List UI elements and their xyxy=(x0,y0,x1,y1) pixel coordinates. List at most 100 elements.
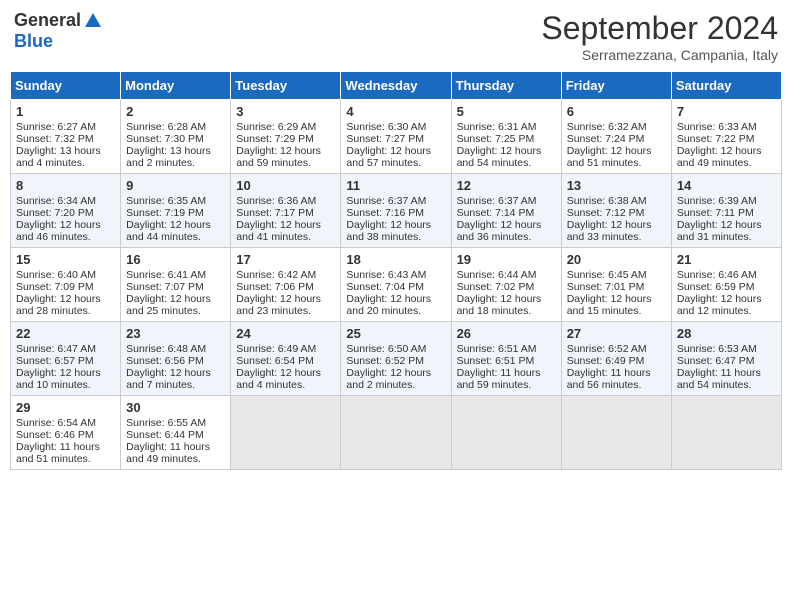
day-info-line: Sunrise: 6:36 AM xyxy=(236,195,335,207)
day-info-line: and 56 minutes. xyxy=(567,379,666,391)
calendar-cell: 20Sunrise: 6:45 AMSunset: 7:01 PMDayligh… xyxy=(561,248,671,322)
day-info-line: Daylight: 12 hours xyxy=(346,367,445,379)
day-info-line: and 31 minutes. xyxy=(677,231,776,243)
weekday-header-wednesday: Wednesday xyxy=(341,72,451,100)
day-info-line: Daylight: 12 hours xyxy=(457,145,556,157)
calendar-cell xyxy=(561,396,671,470)
day-info-line: Daylight: 12 hours xyxy=(236,367,335,379)
day-info-line: Daylight: 12 hours xyxy=(16,219,115,231)
day-info-line: Daylight: 11 hours xyxy=(677,367,776,379)
day-info-line: and 18 minutes. xyxy=(457,305,556,317)
day-info-line: Sunset: 7:17 PM xyxy=(236,207,335,219)
day-info-line: and 4 minutes. xyxy=(236,379,335,391)
day-number: 10 xyxy=(236,178,335,193)
day-info-line: Sunset: 7:27 PM xyxy=(346,133,445,145)
day-info-line: and 4 minutes. xyxy=(16,157,115,169)
day-info-line: Sunrise: 6:41 AM xyxy=(126,269,225,281)
weekday-header-saturday: Saturday xyxy=(671,72,781,100)
day-info-line: Sunrise: 6:27 AM xyxy=(16,121,115,133)
calendar-cell: 2Sunrise: 6:28 AMSunset: 7:30 PMDaylight… xyxy=(121,100,231,174)
day-info-line: Daylight: 12 hours xyxy=(346,219,445,231)
day-info-line: Sunset: 7:30 PM xyxy=(126,133,225,145)
day-number: 20 xyxy=(567,252,666,267)
day-info-line: Sunrise: 6:53 AM xyxy=(677,343,776,355)
day-number: 28 xyxy=(677,326,776,341)
day-info-line: and 28 minutes. xyxy=(16,305,115,317)
day-number: 17 xyxy=(236,252,335,267)
day-info-line: Sunset: 7:29 PM xyxy=(236,133,335,145)
day-info-line: Sunset: 7:22 PM xyxy=(677,133,776,145)
day-info-line: and 44 minutes. xyxy=(126,231,225,243)
day-info-line: Sunrise: 6:48 AM xyxy=(126,343,225,355)
day-number: 8 xyxy=(16,178,115,193)
day-info-line: and 46 minutes. xyxy=(16,231,115,243)
day-info-line: and 12 minutes. xyxy=(677,305,776,317)
calendar-cell: 3Sunrise: 6:29 AMSunset: 7:29 PMDaylight… xyxy=(231,100,341,174)
calendar-cell: 13Sunrise: 6:38 AMSunset: 7:12 PMDayligh… xyxy=(561,174,671,248)
day-info-line: and 36 minutes. xyxy=(457,231,556,243)
day-number: 24 xyxy=(236,326,335,341)
day-info-line: Daylight: 12 hours xyxy=(677,145,776,157)
day-info-line: Sunset: 7:01 PM xyxy=(567,281,666,293)
calendar-table: SundayMondayTuesdayWednesdayThursdayFrid… xyxy=(10,71,782,470)
day-info-line: Daylight: 12 hours xyxy=(457,293,556,305)
day-number: 6 xyxy=(567,104,666,119)
day-info-line: and 7 minutes. xyxy=(126,379,225,391)
calendar-cell: 19Sunrise: 6:44 AMSunset: 7:02 PMDayligh… xyxy=(451,248,561,322)
day-info-line: Daylight: 12 hours xyxy=(126,293,225,305)
day-info-line: Sunset: 6:57 PM xyxy=(16,355,115,367)
logo-blue-text: Blue xyxy=(14,31,53,52)
day-info-line: Sunrise: 6:37 AM xyxy=(346,195,445,207)
day-number: 25 xyxy=(346,326,445,341)
calendar-cell: 5Sunrise: 6:31 AMSunset: 7:25 PMDaylight… xyxy=(451,100,561,174)
day-info-line: Daylight: 13 hours xyxy=(126,145,225,157)
day-info-line: Daylight: 11 hours xyxy=(16,441,115,453)
day-info-line: and 54 minutes. xyxy=(677,379,776,391)
day-info-line: Sunset: 7:14 PM xyxy=(457,207,556,219)
calendar-cell: 21Sunrise: 6:46 AMSunset: 6:59 PMDayligh… xyxy=(671,248,781,322)
day-info-line: and 51 minutes. xyxy=(567,157,666,169)
day-info-line: Sunset: 7:02 PM xyxy=(457,281,556,293)
calendar-cell: 18Sunrise: 6:43 AMSunset: 7:04 PMDayligh… xyxy=(341,248,451,322)
day-info-line: Sunrise: 6:30 AM xyxy=(346,121,445,133)
day-info-line: Sunset: 7:11 PM xyxy=(677,207,776,219)
calendar-cell: 17Sunrise: 6:42 AMSunset: 7:06 PMDayligh… xyxy=(231,248,341,322)
calendar-cell: 12Sunrise: 6:37 AMSunset: 7:14 PMDayligh… xyxy=(451,174,561,248)
day-info-line: Sunrise: 6:38 AM xyxy=(567,195,666,207)
day-number: 30 xyxy=(126,400,225,415)
month-title: September 2024 xyxy=(541,10,778,47)
day-info-line: and 2 minutes. xyxy=(126,157,225,169)
day-info-line: Sunrise: 6:47 AM xyxy=(16,343,115,355)
day-number: 4 xyxy=(346,104,445,119)
day-info-line: Daylight: 12 hours xyxy=(567,145,666,157)
day-number: 13 xyxy=(567,178,666,193)
day-info-line: Sunset: 6:46 PM xyxy=(16,429,115,441)
day-info-line: Sunrise: 6:28 AM xyxy=(126,121,225,133)
day-number: 12 xyxy=(457,178,556,193)
day-info-line: Sunset: 7:09 PM xyxy=(16,281,115,293)
day-number: 29 xyxy=(16,400,115,415)
day-info-line: Sunset: 6:49 PM xyxy=(567,355,666,367)
day-info-line: Sunset: 7:16 PM xyxy=(346,207,445,219)
calendar-cell xyxy=(671,396,781,470)
day-info-line: Daylight: 12 hours xyxy=(16,367,115,379)
day-info-line: and 20 minutes. xyxy=(346,305,445,317)
calendar-cell: 10Sunrise: 6:36 AMSunset: 7:17 PMDayligh… xyxy=(231,174,341,248)
day-info-line: and 41 minutes. xyxy=(236,231,335,243)
day-number: 15 xyxy=(16,252,115,267)
day-info-line: Sunset: 6:54 PM xyxy=(236,355,335,367)
day-number: 3 xyxy=(236,104,335,119)
day-info-line: and 59 minutes. xyxy=(457,379,556,391)
calendar-cell: 26Sunrise: 6:51 AMSunset: 6:51 PMDayligh… xyxy=(451,322,561,396)
day-info-line: Daylight: 11 hours xyxy=(457,367,556,379)
calendar-cell: 24Sunrise: 6:49 AMSunset: 6:54 PMDayligh… xyxy=(231,322,341,396)
day-info-line: Daylight: 12 hours xyxy=(236,293,335,305)
day-info-line: Sunset: 7:06 PM xyxy=(236,281,335,293)
day-info-line: Sunset: 7:32 PM xyxy=(16,133,115,145)
day-number: 21 xyxy=(677,252,776,267)
day-info-line: Sunset: 6:56 PM xyxy=(126,355,225,367)
day-info-line: Sunrise: 6:31 AM xyxy=(457,121,556,133)
day-info-line: Sunset: 7:24 PM xyxy=(567,133,666,145)
day-info-line: and 23 minutes. xyxy=(236,305,335,317)
location-text: Serramezzana, Campania, Italy xyxy=(541,47,778,63)
